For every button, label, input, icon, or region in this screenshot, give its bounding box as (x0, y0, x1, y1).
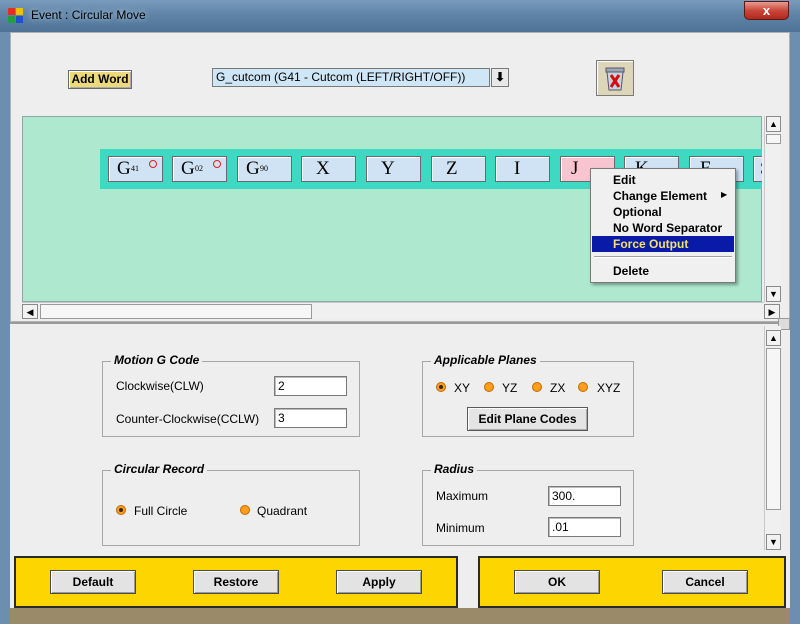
word-subscript: 41 (131, 164, 139, 173)
scroll-up-button[interactable]: ▲ (766, 116, 781, 132)
word-block[interactable]: I (495, 156, 550, 182)
menu-separator (594, 256, 732, 258)
add-word-button[interactable]: Add Word (68, 70, 132, 89)
scroll-down-button[interactable]: ▼ (766, 534, 781, 550)
menu-item-no-word-separator[interactable]: No Word Separator (592, 220, 734, 236)
plane-xy-label: XY (454, 381, 471, 395)
word-block[interactable]: Z (431, 156, 486, 182)
trash-button[interactable] (596, 60, 634, 96)
default-button[interactable]: Default (50, 570, 136, 594)
word-select[interactable]: G_cutcom (G41 - Cutcom (LEFT/RIGHT/OFF)) (212, 68, 490, 87)
dropdown-arrow-icon[interactable]: ⬇ (491, 68, 509, 87)
app-icon (8, 8, 24, 24)
menu-item-force-output[interactable]: Force Output (592, 236, 734, 252)
word-block[interactable]: G 02 (172, 156, 227, 182)
word-letter: Z (446, 158, 458, 179)
ok-button[interactable]: OK (514, 570, 600, 594)
plane-yz-radio[interactable] (484, 382, 494, 392)
quadrant-label: Quadrant (257, 504, 308, 518)
submenu-arrow-icon: ▶ (721, 190, 728, 199)
full-circle-label: Full Circle (134, 504, 188, 518)
scroll-up-button[interactable]: ▲ (766, 330, 781, 346)
word-block[interactable]: X (301, 156, 356, 182)
word-block[interactable]: G 41 (108, 156, 163, 182)
word-letter: S (760, 158, 762, 180)
ccw-label: Counter-Clockwise(CCLW) (116, 412, 260, 426)
menu-item-change-element[interactable]: Change Element (592, 188, 734, 204)
context-menu: Edit Change Element ▶ Optional No Word S… (590, 168, 736, 283)
restore-button[interactable]: Restore (193, 570, 279, 594)
trash-icon (605, 67, 625, 91)
menu-item-edit[interactable]: Edit (592, 172, 734, 188)
clockwise-field[interactable]: 2 (274, 376, 347, 396)
word-block[interactable]: S (753, 156, 762, 182)
group-title: Radius (431, 462, 478, 476)
window-title: Event : Circular Move (31, 8, 146, 22)
plane-xyz-label: XYZ (597, 381, 621, 395)
word-subscript: 90 (260, 164, 268, 173)
word-letter: G (117, 158, 131, 179)
word-letter: G (181, 158, 195, 179)
word-letter: J (571, 158, 579, 179)
vertical-scrollbar[interactable]: ▲ ▼ (764, 326, 781, 550)
word-letter: X (316, 158, 330, 179)
word-subscript: 02 (195, 164, 203, 173)
group-title: Applicable Planes (431, 353, 540, 367)
scroll-thumb[interactable] (40, 304, 312, 319)
plane-yz-label: YZ (502, 381, 518, 395)
window-frame-right (790, 32, 800, 624)
window-frame-left (0, 32, 10, 624)
word-letter: Y (381, 158, 395, 179)
apply-button[interactable]: Apply (336, 570, 422, 594)
menu-item-delete[interactable]: Delete (592, 263, 734, 279)
ccw-field[interactable]: 3 (274, 408, 347, 428)
maximum-label: Maximum (436, 489, 489, 503)
marker-icon (149, 160, 157, 168)
vertical-scrollbar[interactable]: ▲ ▼ (764, 116, 781, 302)
menu-item-optional[interactable]: Optional (592, 204, 734, 220)
scroll-right-button[interactable]: ▶ (764, 304, 780, 319)
minimum-label: Minimum (436, 521, 485, 535)
word-letter: I (514, 158, 521, 179)
word-block[interactable]: Y (366, 156, 421, 182)
window-bottom-edge (10, 608, 790, 624)
plane-xy-radio[interactable] (436, 382, 446, 392)
group-title: Motion G Code (111, 353, 203, 367)
close-button[interactable]: x (744, 1, 789, 20)
edit-plane-codes-button[interactable]: Edit Plane Codes (467, 407, 588, 431)
scroll-down-button[interactable]: ▼ (766, 286, 781, 302)
scroll-thumb[interactable] (766, 348, 781, 510)
full-circle-radio[interactable] (116, 505, 126, 515)
scroll-thumb[interactable] (766, 134, 781, 144)
plane-zx-label: ZX (550, 381, 566, 395)
minimum-field[interactable]: .01 (548, 517, 621, 537)
group-title: Circular Record (111, 462, 208, 476)
quadrant-radio[interactable] (240, 505, 250, 515)
marker-icon (213, 160, 221, 168)
plane-zx-radio[interactable] (532, 382, 542, 392)
word-block[interactable]: G 90 (237, 156, 292, 182)
scroll-left-button[interactable]: ◀ (22, 304, 38, 319)
word-letter: G (246, 158, 260, 179)
clockwise-label: Clockwise(CLW) (116, 379, 204, 393)
plane-xyz-radio[interactable] (578, 382, 588, 392)
cancel-button[interactable]: Cancel (662, 570, 748, 594)
horizontal-scrollbar[interactable]: ◀ ▶ (22, 302, 780, 319)
maximum-field[interactable]: 300. (548, 486, 621, 506)
